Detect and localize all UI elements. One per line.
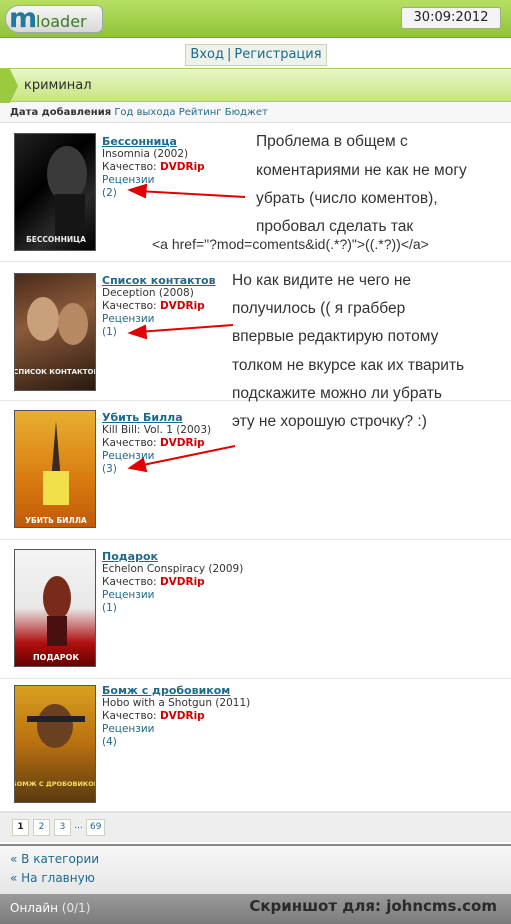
- header-bar: m loader 30:09:2012: [0, 0, 511, 38]
- quality-value: DVDRip: [159, 710, 205, 722]
- item-info: Бессонница Insomnia (2002) Качество: DVD…: [102, 135, 205, 200]
- site-logo[interactable]: m loader: [5, 3, 103, 34]
- pagination: 1 2 3 ... 69: [0, 812, 511, 842]
- quality-label: Качество:: [102, 300, 157, 312]
- poster-title: ПОДАРОК: [33, 653, 79, 662]
- quality-label: Качество:: [102, 710, 157, 722]
- sort-year-link[interactable]: Год выхода: [114, 107, 175, 118]
- poster-title: БОМЖ С ДРОБОВИКОМ: [15, 780, 96, 788]
- item-original-title: Hobo with a Shotgun (2011): [102, 697, 251, 709]
- reviews-link[interactable]: Рецензии: [102, 313, 216, 326]
- reviews-link[interactable]: Рецензии: [102, 450, 211, 463]
- reviews-count-link[interactable]: (2): [102, 187, 205, 200]
- poster-art: БОМЖ С ДРОБОВИКОМ: [15, 704, 96, 788]
- page-2[interactable]: 2: [33, 819, 50, 836]
- movie-poster[interactable]: БЕССОННИЦА: [14, 133, 96, 251]
- item-title-link[interactable]: Бомж с дробовиком: [102, 684, 250, 697]
- quality-value: DVDRip: [159, 161, 205, 173]
- poster-art: ПОДАРОК: [33, 576, 79, 662]
- page-last[interactable]: 69: [86, 819, 106, 836]
- movie-poster[interactable]: УБИТЬ БИЛЛА: [14, 410, 96, 528]
- online-count: (0/1): [61, 901, 91, 915]
- annotation-line: убрать (число коментов),: [256, 190, 438, 207]
- reviews-count-link[interactable]: (1): [102, 602, 243, 615]
- footer-nav: « В категории « На главную: [0, 844, 511, 894]
- online-status[interactable]: Онлайн (0/1): [10, 901, 90, 915]
- page-ellipsis: ...: [74, 821, 83, 831]
- poster-title: БЕССОННИЦА: [26, 235, 86, 244]
- item-title-link[interactable]: Список контактов: [102, 274, 216, 287]
- movie-poster[interactable]: ПОДАРОК: [14, 549, 96, 667]
- sort-rating-link[interactable]: Рейтинг: [179, 107, 222, 118]
- quality-label: Качество:: [102, 437, 157, 449]
- annotation-line: подскажите можно ли убрать: [232, 385, 442, 402]
- quality-label: Качество:: [102, 576, 157, 588]
- item-original-title: Echelon Conspiracy (2009): [102, 563, 244, 575]
- movie-poster[interactable]: СПИСОК КОНТАКТОВ: [14, 273, 96, 391]
- annotation-line: получилось (( я граббер: [232, 300, 406, 317]
- bottom-bar: Онлайн (0/1) Скриншот для: johncms.com: [0, 894, 511, 924]
- list-item: ПОДАРОК Подарок Echelon Conspiracy (2009…: [0, 541, 511, 679]
- item-title-link[interactable]: Подарок: [102, 550, 243, 563]
- quality-label: Качество:: [102, 161, 157, 173]
- annotation-line: толком не вкурсе как их тварить: [232, 357, 465, 374]
- page-1[interactable]: 1: [12, 819, 29, 836]
- list-item: БОМЖ С ДРОБОВИКОМ Бомж с дробовиком Hobo…: [0, 680, 511, 812]
- online-label: Онлайн: [10, 901, 58, 915]
- quality-value: DVDRip: [159, 576, 205, 588]
- quality-value: DVDRip: [159, 300, 205, 312]
- annotation-line: эту не хорошую строчку? :): [232, 413, 427, 430]
- reviews-link[interactable]: Рецензии: [102, 174, 205, 187]
- register-link[interactable]: Регистрация: [234, 47, 321, 62]
- item-original-title: Kill Bill: Vol. 1 (2003): [102, 424, 212, 436]
- sort-bar: Дата добавления Год выхода Рейтинг Бюдже…: [0, 103, 511, 123]
- sort-date-added[interactable]: Дата добавления: [10, 107, 111, 118]
- reviews-link[interactable]: Рецензии: [102, 589, 243, 602]
- annotation-line: Но как видите не чего не: [232, 272, 411, 289]
- reviews-link[interactable]: Рецензии: [102, 723, 250, 736]
- movie-poster[interactable]: БОМЖ С ДРОБОВИКОМ: [14, 685, 96, 803]
- item-title-link[interactable]: Бессонница: [102, 135, 205, 148]
- category-title: криминал: [24, 78, 92, 93]
- date-clock: 30:09:2012: [401, 7, 501, 29]
- to-home-link[interactable]: « На главную: [10, 871, 95, 885]
- reviews-count-link[interactable]: (1): [102, 326, 216, 339]
- auth-separator: |: [226, 47, 232, 62]
- annotation-line: коментариями не как не могу: [256, 162, 467, 179]
- item-info: Список контактов Deception (2008) Качест…: [102, 274, 216, 339]
- quality-value: DVDRip: [159, 437, 205, 449]
- annotation-line: Проблема в общем с: [256, 133, 408, 150]
- category-bar: криминал: [0, 68, 511, 103]
- category-arrow-icon: [0, 69, 18, 103]
- poster-art: СПИСОК КОНТАКТОВ: [15, 297, 96, 376]
- auth-box: Вход | Регистрация: [185, 44, 327, 66]
- login-link[interactable]: Вход: [190, 47, 224, 62]
- reviews-count-link[interactable]: (4): [102, 736, 250, 749]
- item-info: Убить Билла Kill Bill: Vol. 1 (2003) Кач…: [102, 411, 211, 476]
- poster-art: УБИТЬ БИЛЛА: [25, 421, 87, 525]
- sort-budget-link[interactable]: Бюджет: [225, 107, 268, 118]
- item-title-link[interactable]: Убить Билла: [102, 411, 211, 424]
- item-info: Бомж с дробовиком Hobo with a Shotgun (2…: [102, 684, 250, 749]
- screenshot-credit: Скриншот для: johncms.com: [249, 897, 497, 915]
- item-original-title: Insomnia (2002): [102, 148, 189, 160]
- logo-m: m: [9, 3, 38, 34]
- logo-text: loader: [36, 12, 87, 31]
- annotation-line: впервые редактирую потому: [232, 328, 439, 345]
- poster-title: УБИТЬ БИЛЛА: [25, 516, 87, 525]
- reviews-count-link[interactable]: (3): [102, 463, 211, 476]
- page-3[interactable]: 3: [54, 819, 71, 836]
- item-original-title: Deception (2008): [102, 287, 194, 299]
- poster-title: СПИСОК КОНТАКТОВ: [15, 368, 96, 376]
- to-categories-link[interactable]: « В категории: [10, 852, 99, 866]
- item-info: Подарок Echelon Conspiracy (2009) Качест…: [102, 550, 243, 615]
- annotation-line: <a href="?mod=coments&id(.*?)">((.*?))</…: [152, 236, 429, 252]
- poster-art: БЕССОННИЦА: [26, 146, 87, 244]
